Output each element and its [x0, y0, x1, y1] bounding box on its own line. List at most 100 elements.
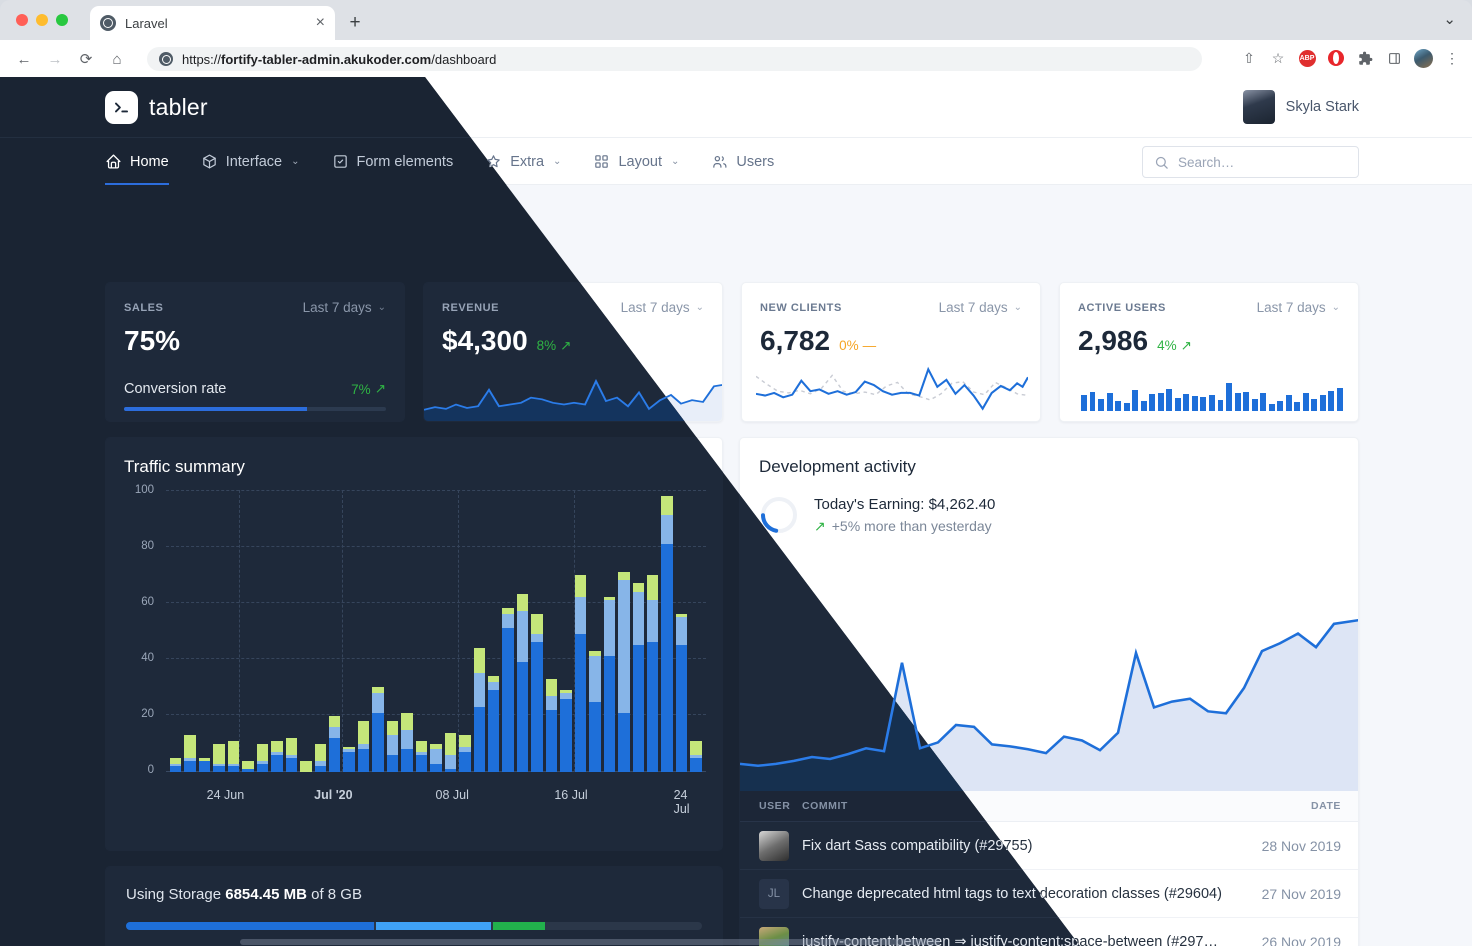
share-icon[interactable]: ⇧ [1237, 46, 1261, 70]
toolbar-actions: ⇧ ☆ ABP ⋮ [1237, 46, 1464, 70]
conversion-label: Conversion rate [124, 381, 227, 397]
search-placeholder: Search… [1178, 154, 1235, 170]
minimize-window-button[interactable] [36, 14, 48, 26]
traffic-bar [516, 490, 529, 772]
window-controls[interactable] [16, 14, 68, 26]
traffic-bar [430, 490, 442, 772]
traffic-bar [328, 490, 341, 772]
navigation-buttons: ← → ⟳ ⌂ [10, 46, 131, 72]
date-cell: 28 Nov 2019 [1240, 821, 1358, 870]
traffic-bar [314, 490, 326, 772]
back-icon[interactable]: ← [10, 46, 38, 72]
chevron-down-icon: ⌄ [291, 156, 300, 167]
traffic-bar [198, 490, 211, 772]
user-cell: JL [740, 869, 802, 918]
nav-item-layout[interactable]: Layout ⌄ [577, 138, 695, 185]
traffic-bar [170, 490, 182, 772]
avatar [1242, 90, 1275, 124]
nav-item-interface[interactable]: Interface ⌄ [185, 138, 316, 185]
traffic-bar [184, 490, 196, 772]
maximize-window-button[interactable] [56, 14, 68, 26]
home-icon[interactable]: ⌂ [103, 46, 131, 72]
new-clients-sparkline-chart [756, 366, 1028, 411]
sidepanel-icon[interactable] [1382, 46, 1406, 70]
period-selector[interactable]: Last 7 days⌄ [1257, 300, 1340, 315]
chevron-down-icon[interactable]: ⌄ [1443, 10, 1456, 28]
avatar-initials: JL [759, 878, 789, 909]
brand-name: tabler [149, 94, 208, 120]
traffic-bar [285, 490, 298, 772]
browser-menu-icon[interactable]: ⋮ [1440, 46, 1464, 70]
earning-title: Today's Earning: $4,262.40 [814, 495, 996, 513]
chevron-down-icon: ⌄ [553, 156, 562, 167]
nav-item-users[interactable]: Users [695, 138, 790, 185]
nav-item-form-elements[interactable]: Form elements [316, 138, 470, 185]
traffic-bar [300, 490, 312, 772]
plot-area [166, 490, 706, 772]
traffic-bar [690, 490, 702, 772]
close-icon[interactable]: × [316, 15, 325, 31]
checkbox-icon [333, 155, 347, 168]
nav-label: Interface [225, 153, 283, 170]
period-selector[interactable]: Last 7 days⌄ [621, 300, 704, 315]
traffic-bar [473, 490, 485, 772]
earning-sub: ↗ +5% more than yesterday [814, 517, 992, 535]
nav-label: Extra [510, 153, 545, 170]
profile-avatar[interactable] [1411, 46, 1435, 70]
nav-label: Users [736, 153, 775, 170]
site-info-icon[interactable] [159, 52, 173, 66]
address-bar[interactable]: https://fortify-tabler-admin.akukoder.co… [147, 47, 1202, 71]
opera-extension-icon[interactable] [1324, 46, 1348, 70]
traffic-bar [242, 490, 254, 772]
box-icon [202, 154, 216, 169]
traffic-bar [502, 490, 514, 772]
brand-dark[interactable]: tabler [105, 91, 208, 124]
bookmark-icon[interactable]: ☆ [1266, 46, 1290, 70]
traffic-bar [386, 490, 399, 772]
home-icon [106, 154, 121, 169]
avatar [759, 830, 789, 861]
chevron-down-icon: ⌄ [670, 156, 680, 167]
date-cell: 27 Nov 2019 [1240, 869, 1358, 918]
traffic-bar [444, 490, 457, 772]
globe-icon [100, 15, 116, 31]
nav-label: Layout [618, 153, 662, 170]
stat-value: $4,300 [442, 325, 528, 356]
conversion-progress [124, 407, 386, 411]
nav-item-home[interactable]: Home [105, 138, 185, 185]
reload-icon[interactable]: ⟳ [72, 46, 100, 72]
stat-value: 2,986 [1078, 325, 1149, 356]
nav-label: Home [130, 153, 169, 170]
grid-icon [595, 155, 609, 168]
traffic-bar [545, 490, 558, 772]
traffic-bar [227, 490, 240, 772]
card-title: Traffic summary [124, 457, 245, 476]
browser-tab[interactable]: Laravel × [90, 6, 335, 40]
stat-delta: 8%↗ [536, 337, 572, 354]
period-selector[interactable]: Last 7 days⌄ [939, 300, 1022, 315]
user-name: Skyla Stark [1285, 99, 1359, 115]
traffic-bar [589, 490, 601, 772]
traffic-bar [459, 490, 471, 772]
traffic-bar [213, 490, 225, 772]
terminal-logo-icon [105, 91, 138, 124]
traffic-bar [603, 490, 616, 772]
stat-label: REVENUE [442, 301, 500, 314]
close-window-button[interactable] [16, 14, 28, 26]
traffic-bar [343, 490, 355, 772]
forward-icon[interactable]: → [41, 46, 69, 72]
user-menu[interactable]: Skyla Stark [1242, 90, 1359, 124]
traffic-bar [487, 490, 500, 772]
search-input[interactable]: Search… [1142, 146, 1359, 178]
traffic-bar [401, 490, 413, 772]
app-window: Laravel × + ⌄ ← → ⟳ ⌂ https://fortify-ta… [0, 0, 1472, 946]
earning-summary: Today's Earning: $4,262.40 ↗ +5% more tha… [759, 495, 995, 535]
period-selector[interactable]: Last 7 days⌄ [303, 300, 386, 315]
new-tab-button[interactable]: + [341, 10, 369, 36]
adblock-extension-icon[interactable]: ABP [1295, 46, 1319, 70]
traffic-bar [560, 490, 572, 772]
traffic-bar [271, 490, 283, 772]
extensions-puzzle-icon[interactable] [1353, 46, 1377, 70]
horizontal-scrollbar[interactable] [0, 937, 1472, 946]
browser-toolbar: ← → ⟳ ⌂ https://fortify-tabler-admin.aku… [0, 40, 1472, 77]
